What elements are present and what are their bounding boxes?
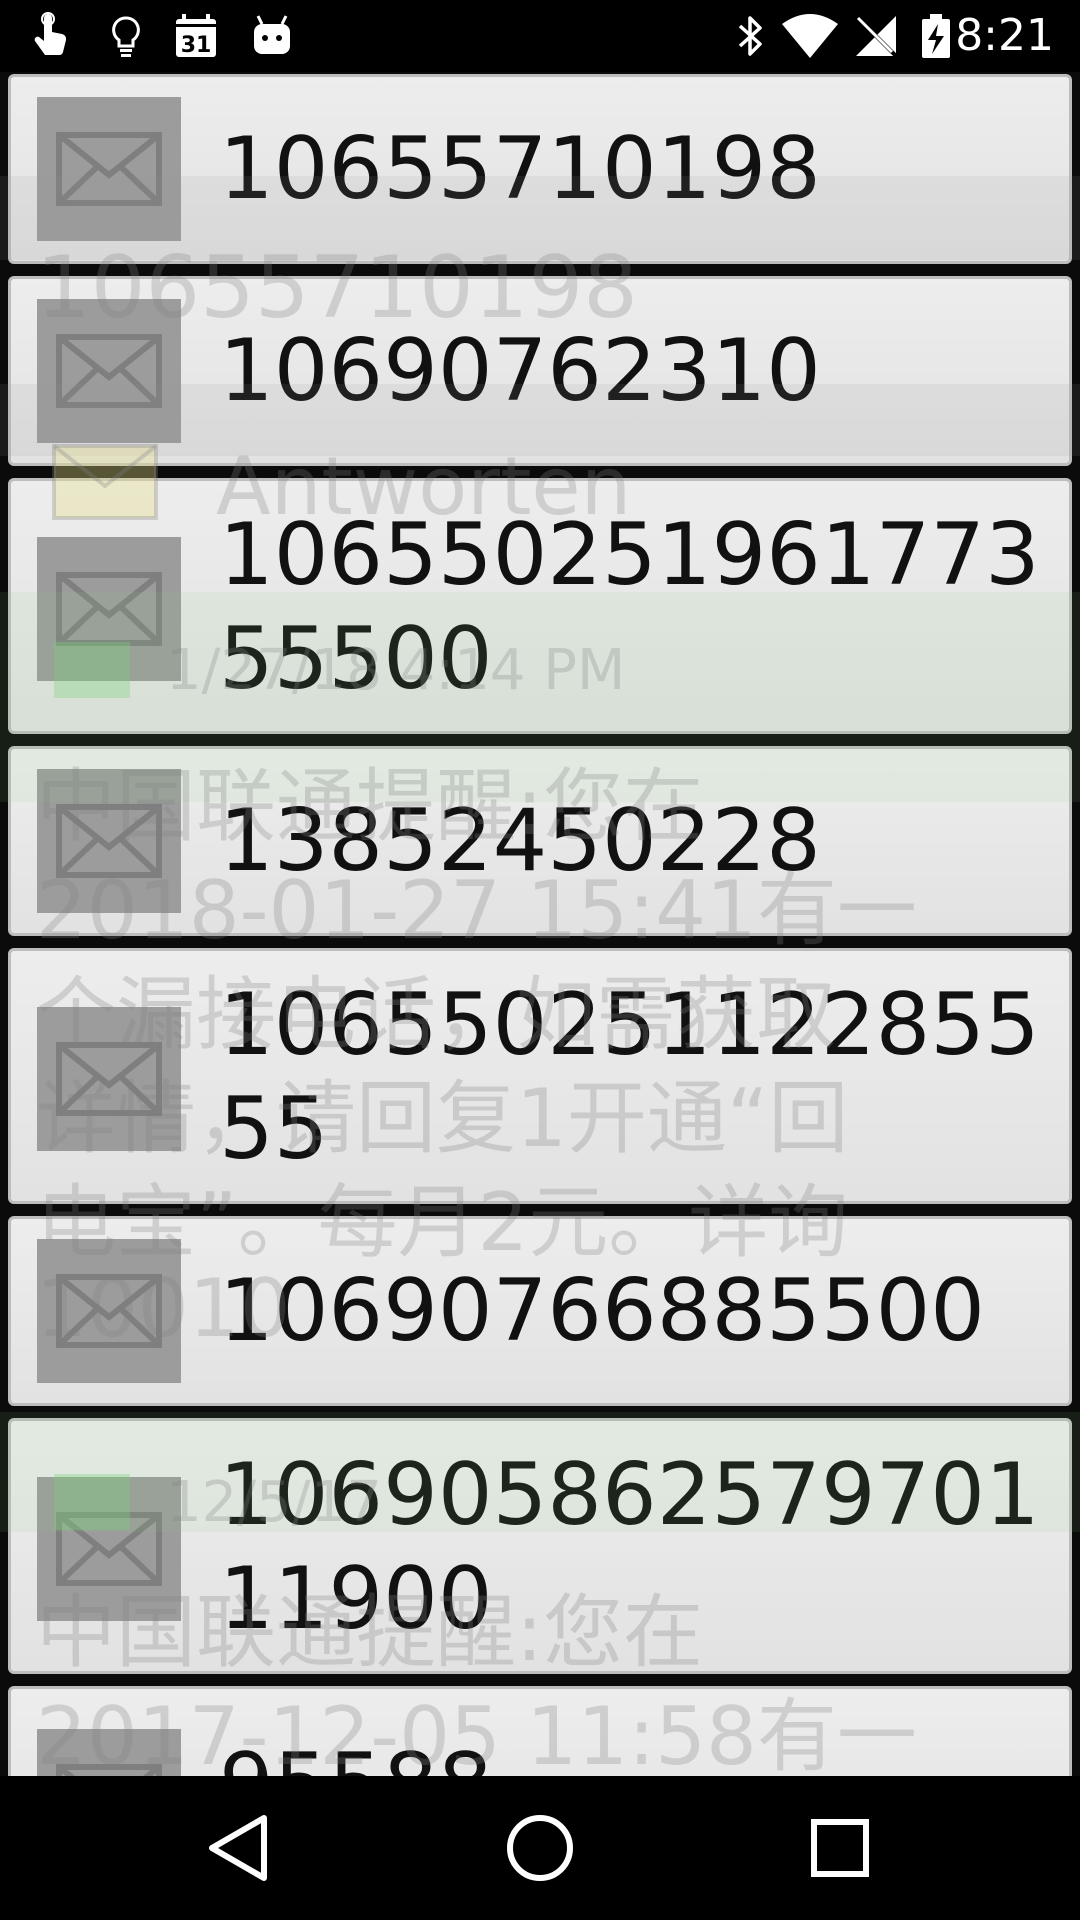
envelope-icon	[37, 97, 181, 241]
envelope-icon	[37, 769, 181, 913]
android-icon	[254, 15, 290, 54]
sender-number: 10655025196177355500	[219, 505, 1040, 709]
envelope-icon	[37, 537, 181, 681]
wifi-icon	[782, 14, 838, 58]
message-list[interactable]: 10655710198 10690762310 1065502519617735…	[0, 72, 1080, 1776]
lightbulb-icon	[112, 16, 140, 57]
clock: 8:21	[955, 10, 1054, 61]
envelope-icon	[37, 1239, 181, 1383]
sender-number: 10655025112285555	[219, 975, 1040, 1179]
list-item[interactable]: 13852450228	[8, 746, 1072, 936]
sender-number: 13852450228	[219, 791, 821, 891]
sender-number: 10690766885500	[219, 1261, 986, 1361]
bluetooth-icon	[738, 16, 762, 56]
home-button[interactable]	[498, 1806, 582, 1890]
sender-number: 95588	[219, 1733, 1049, 1776]
envelope-icon	[37, 1477, 181, 1621]
list-item[interactable]: 10690766885500	[8, 1216, 1072, 1406]
list-item[interactable]: 10690586257970111900	[8, 1418, 1072, 1674]
battery-charging-icon	[922, 14, 950, 58]
sender-number: 10690762310	[219, 321, 821, 421]
envelope-icon	[37, 1729, 181, 1776]
recents-button[interactable]	[798, 1806, 882, 1890]
no-sim-icon	[856, 16, 898, 58]
navigation-bar	[0, 1776, 1080, 1920]
sender-number: 10655710198	[219, 119, 821, 219]
calendar-icon: 31	[176, 14, 216, 58]
list-item[interactable]: 10655025196177355500	[8, 478, 1072, 734]
envelope-icon	[37, 299, 181, 443]
list-item[interactable]: 10655710198	[8, 74, 1072, 264]
envelope-icon	[37, 1007, 181, 1151]
back-button[interactable]	[198, 1806, 282, 1890]
status-bar: 31 8:21	[0, 0, 1080, 72]
sender-number: 10690586257970111900	[219, 1445, 1040, 1649]
list-item[interactable]: 95588	[8, 1686, 1072, 1776]
list-item[interactable]: 10690762310	[8, 276, 1072, 466]
list-item[interactable]: 10655025112285555	[8, 948, 1072, 1204]
touch-hand-icon	[34, 12, 67, 56]
calendar-day: 31	[181, 33, 212, 58]
